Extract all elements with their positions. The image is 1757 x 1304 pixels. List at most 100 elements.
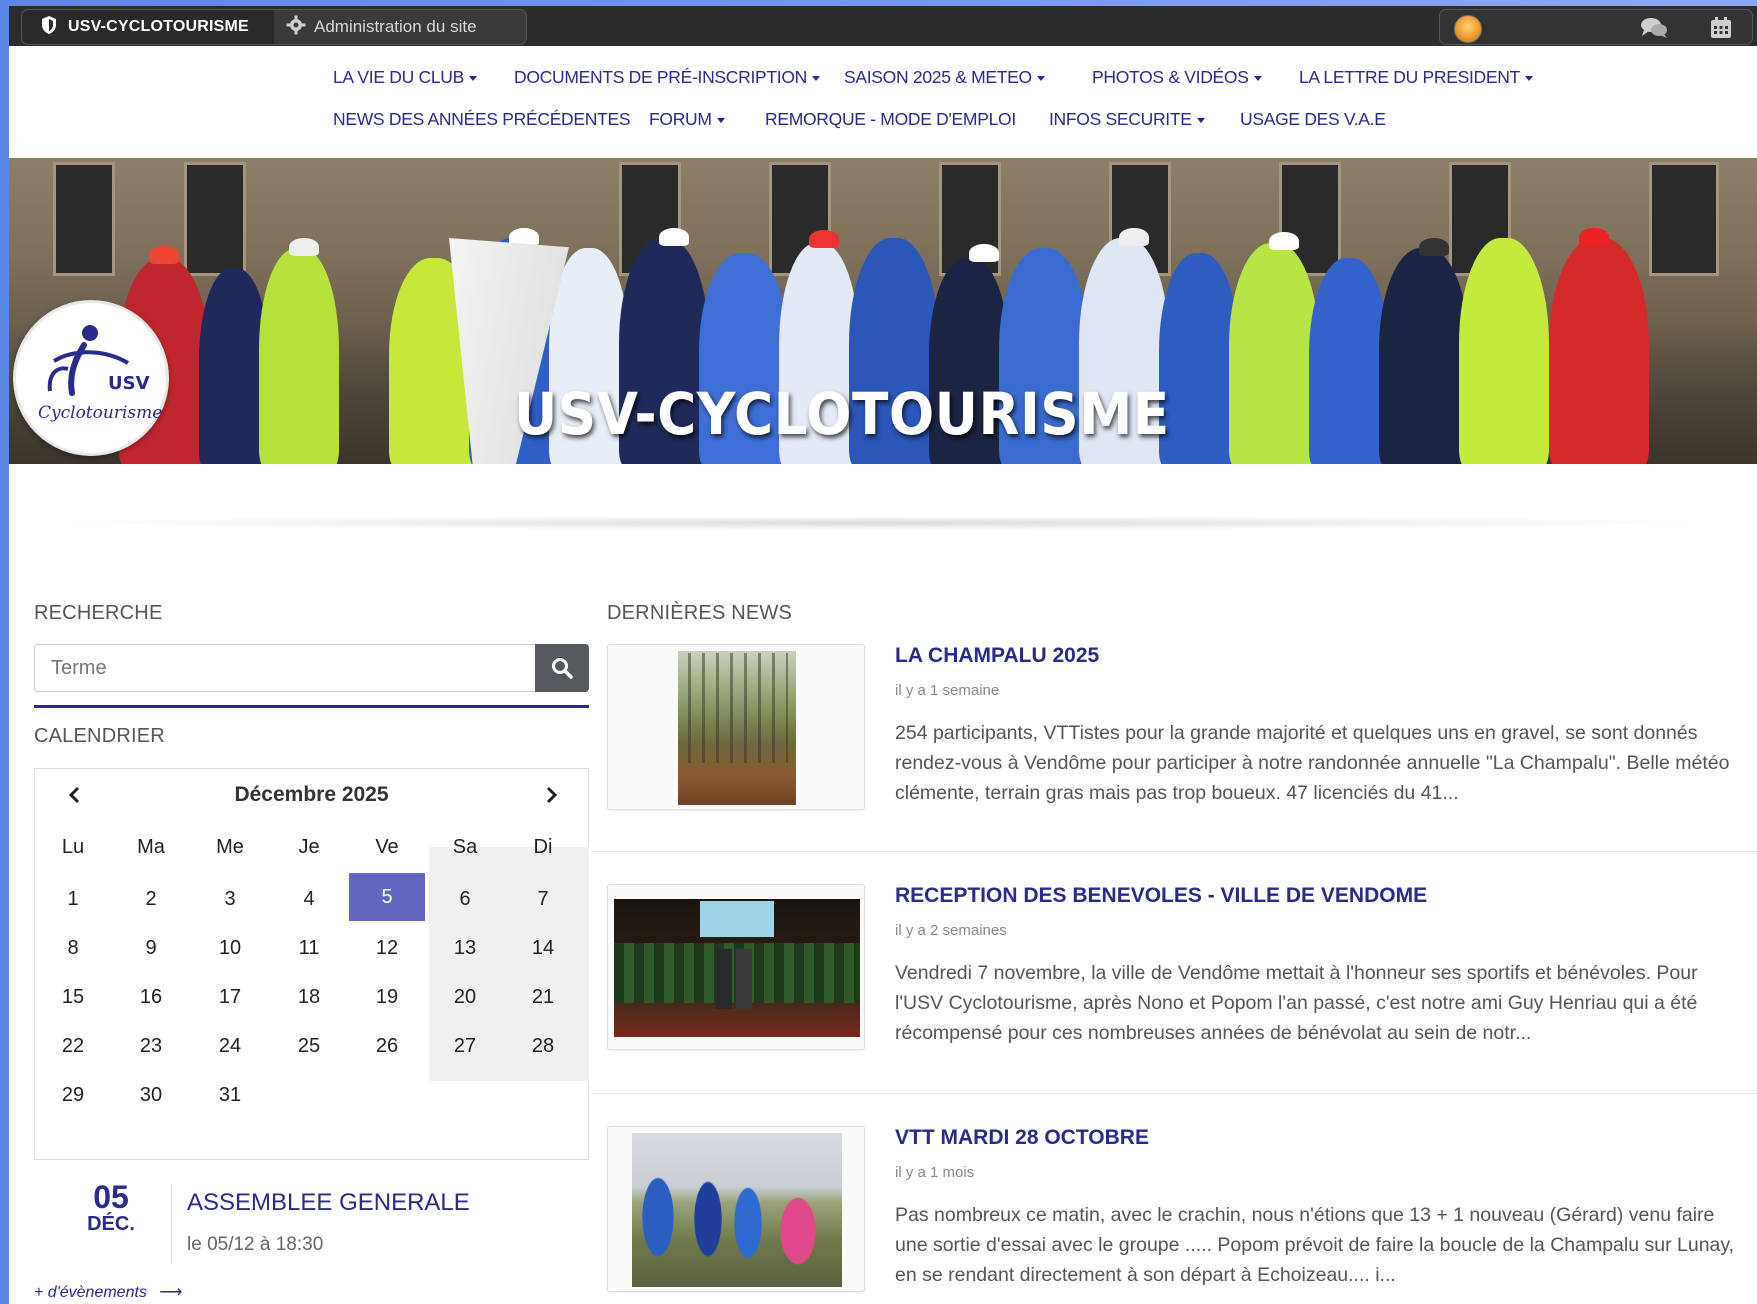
calendar-day[interactable]: 9 [113, 922, 189, 974]
user-avatar[interactable] [1454, 15, 1482, 43]
calendar-day[interactable]: 25 [271, 1020, 347, 1072]
admin-bar: USV-CYCLOTOURISME Administration du site [9, 6, 1757, 46]
calendar-day[interactable]: 21 [505, 971, 581, 1023]
calendar-weekday: Ma [137, 835, 165, 858]
nav-label: NEWS DES ANNÉES PRÉCÉDENTES [333, 109, 631, 129]
calendar-day[interactable]: 17 [192, 971, 268, 1023]
calendar-day[interactable]: 31 [192, 1069, 268, 1121]
news-divider [591, 851, 1757, 852]
nav-remorque[interactable]: REMORQUE - MODE D'EMPLOI [765, 109, 1016, 130]
calendar-day[interactable]: 18 [271, 971, 347, 1023]
admin-bar-left-group: USV-CYCLOTOURISME Administration du site [21, 9, 527, 45]
calendar-day[interactable]: 23 [113, 1020, 189, 1072]
next-month-button[interactable] [537, 781, 565, 809]
banner-divider-shadow [29, 516, 1729, 530]
arrow-right-icon: ⟶ [159, 1284, 183, 1301]
calendar-day[interactable]: 28 [505, 1020, 581, 1072]
event-time: le 05/12 à 18:30 [187, 1234, 324, 1255]
news-thumbnail-link[interactable] [607, 644, 865, 810]
calendar-day[interactable]: 12 [349, 922, 425, 974]
event-month: DÉC. [87, 1213, 135, 1235]
nav-infos-securite[interactable]: INFOS SECURITE [1049, 109, 1205, 130]
calendar-day[interactable]: 3 [192, 873, 268, 925]
search-section-title: RECHERCHE [34, 602, 163, 624]
news-thumbnail-link[interactable] [607, 884, 865, 1050]
calendar-day[interactable]: 24 [192, 1020, 268, 1072]
caret-down-icon [1196, 117, 1205, 123]
calendar-day[interactable]: 27 [427, 1020, 503, 1072]
search-input[interactable] [34, 644, 588, 692]
event-title-link[interactable]: ASSEMBLEE GENERALE [187, 1189, 470, 1217]
calendar-day[interactable]: 2 [113, 873, 189, 925]
calendar-weekday: Je [298, 835, 320, 858]
more-events-link[interactable]: + d'évènements ⟶ [34, 1282, 182, 1302]
calendar-icon[interactable] [1710, 17, 1734, 39]
news-time: il y a 2 semaines [895, 922, 1007, 939]
nav-label: USAGE DES V.A.E [1240, 109, 1386, 129]
calendar-widget: Décembre 2025 Lu Ma Me Je Ve Sa Di 1 2 3 4 5 6 7 8 9 10 1… [34, 768, 589, 1160]
page: USV-CYCLOTOURISME Administration du site… [9, 6, 1757, 1304]
calendar-day[interactable]: 7 [505, 873, 581, 925]
nav-label: FORUM [649, 109, 712, 129]
calendar-day[interactable]: 13 [427, 922, 503, 974]
nav-forum[interactable]: FORUM [649, 109, 725, 130]
calendar-month-label: Décembre 2025 [234, 783, 389, 806]
calendar-day[interactable]: 26 [349, 1020, 425, 1072]
site-name-label: USV-CYCLOTOURISME [68, 18, 249, 35]
search-underline [34, 705, 589, 708]
nav-usage-vae[interactable]: USAGE DES V.A.E [1240, 109, 1386, 130]
event-date-badge: 05 DÉC. [77, 1181, 145, 1235]
calendar-day[interactable]: 10 [192, 922, 268, 974]
calendar-weekday: Ve [375, 835, 399, 858]
search-icon [552, 658, 573, 679]
nav-photos-videos[interactable]: PHOTOS & VIDÉOS [1092, 67, 1262, 88]
calendar-day[interactable]: 22 [35, 1020, 111, 1072]
news-title-link[interactable]: VTT MARDI 28 OCTOBRE [895, 1126, 1149, 1150]
news-title-link[interactable]: RECEPTION DES BENEVOLES - VILLE DE VENDO… [895, 884, 1427, 908]
nav-news-annees-precedentes[interactable]: NEWS DES ANNÉES PRÉCÉDENTES [333, 109, 631, 130]
event-separator [171, 1184, 172, 1264]
building-window [53, 162, 115, 276]
event-day: 05 [93, 1179, 129, 1215]
nav-lettre-president[interactable]: LA LETTRE DU PRESIDENT [1299, 67, 1533, 88]
calendar-day[interactable]: 19 [349, 971, 425, 1023]
nav-label: DOCUMENTS DE PRÉ-INSCRIPTION [514, 67, 808, 87]
tree-trunks [688, 653, 788, 763]
calendar-day[interactable]: 30 [113, 1069, 189, 1121]
news-time: il y a 1 semaine [895, 682, 1000, 699]
news-excerpt: Vendredi 7 novembre, la ville de Vendôme… [895, 962, 1698, 1044]
caret-down-icon [716, 117, 725, 123]
calendar-day[interactable]: 6 [427, 873, 503, 925]
nav-documents-pre-inscription[interactable]: DOCUMENTS DE PRÉ-INSCRIPTION [514, 67, 821, 88]
calendar-weekday: Lu [61, 835, 85, 858]
site-admin-link[interactable]: Administration du site [274, 10, 477, 44]
calendar-day[interactable]: 11 [271, 922, 347, 974]
nav-la-vie-du-club[interactable]: LA VIE DU CLUB [333, 67, 477, 88]
search-button[interactable] [535, 644, 589, 692]
news-divider [591, 1093, 1757, 1094]
rider-silhouettes [638, 1167, 838, 1277]
calendar-day[interactable]: 4 [271, 873, 347, 925]
logo-abbrev: USV [108, 373, 150, 394]
news-thumbnail-link[interactable] [607, 1126, 865, 1292]
calendar-day[interactable]: 1 [35, 873, 111, 925]
messages-icon[interactable] [1640, 17, 1667, 39]
site-name-link[interactable]: USV-CYCLOTOURISME [22, 10, 274, 44]
caret-down-icon [1036, 75, 1045, 81]
calendar-day[interactable]: 16 [113, 971, 189, 1023]
calendar-day[interactable]: 29 [35, 1069, 111, 1121]
gear-icon [286, 15, 306, 40]
calendar-section-title: CALENDRIER [34, 725, 165, 747]
calendar-day[interactable]: 20 [427, 971, 503, 1023]
nav-label: SAISON 2025 & METEO [844, 67, 1032, 87]
calendar-weekday: Sa [452, 835, 478, 858]
news-title-link[interactable]: LA CHAMPALU 2025 [895, 644, 1099, 668]
calendar-day[interactable]: 8 [35, 922, 111, 974]
site-admin-label: Administration du site [314, 17, 477, 36]
calendar-weekday: Me [216, 835, 244, 858]
calendar-day[interactable]: 14 [505, 922, 581, 974]
nav-saison-meteo[interactable]: SAISON 2025 & METEO [844, 67, 1045, 88]
calendar-day[interactable]: 15 [35, 971, 111, 1023]
news-time: il y a 1 mois [895, 1164, 975, 1181]
calendar-day-today[interactable]: 5 [349, 873, 425, 921]
